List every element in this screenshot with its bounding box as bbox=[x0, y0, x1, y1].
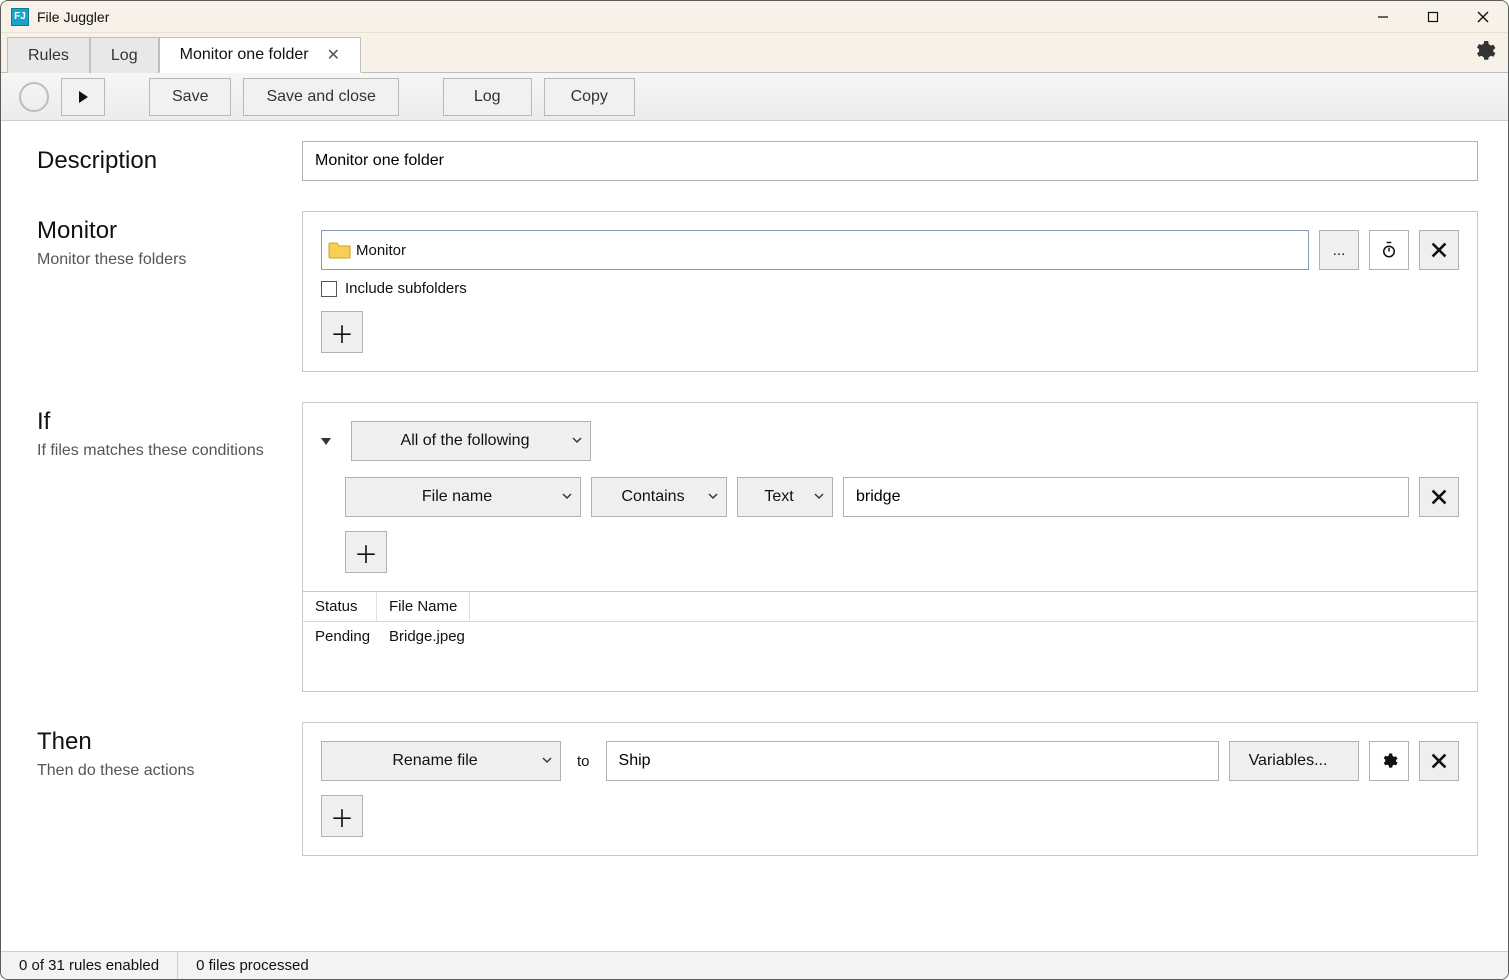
select-value: File name bbox=[422, 488, 492, 506]
condition-operator-select[interactable]: Contains bbox=[591, 477, 727, 517]
app-window: FJ File Juggler Rules Log Monitor one fo… bbox=[0, 0, 1509, 980]
plus-icon: ＋ bbox=[330, 799, 354, 834]
section-then: Then Then do these actions Rename file t… bbox=[37, 722, 1478, 856]
variables-button[interactable]: Variables... bbox=[1229, 741, 1359, 781]
include-subfolders-checkbox[interactable]: Include subfolders bbox=[321, 280, 1459, 297]
play-icon bbox=[76, 90, 90, 104]
settings-button[interactable] bbox=[1472, 39, 1496, 67]
action-select[interactable]: Rename file bbox=[321, 741, 561, 781]
table-row[interactable]: Pending Bridge.jpeg bbox=[303, 622, 1477, 651]
add-condition-button[interactable]: ＋ bbox=[345, 531, 387, 573]
tab-label: Rules bbox=[28, 47, 69, 65]
tab-bar: Rules Log Monitor one folder ✕ bbox=[1, 33, 1508, 73]
action-value-input[interactable] bbox=[606, 741, 1219, 781]
ellipsis-icon: ... bbox=[1333, 242, 1346, 259]
close-icon bbox=[1430, 752, 1448, 770]
tab-rules[interactable]: Rules bbox=[7, 37, 90, 73]
then-heading: Then bbox=[37, 728, 302, 756]
close-icon bbox=[1430, 241, 1448, 259]
chevron-down-icon bbox=[562, 488, 572, 506]
status-rules-enabled: 0 of 31 rules enabled bbox=[1, 952, 178, 980]
chevron-down-icon bbox=[542, 752, 552, 770]
folder-icon bbox=[328, 240, 352, 260]
copy-button[interactable]: Copy bbox=[544, 78, 635, 116]
checkbox-box bbox=[321, 281, 337, 297]
minimize-button[interactable] bbox=[1358, 1, 1408, 33]
condition-group-mode-select[interactable]: All of the following bbox=[351, 421, 591, 461]
app-icon: FJ bbox=[11, 8, 29, 26]
log-button[interactable]: Log bbox=[443, 78, 532, 116]
close-window-button[interactable] bbox=[1458, 1, 1508, 33]
column-status[interactable]: Status bbox=[303, 592, 377, 621]
tab-monitor-one-folder[interactable]: Monitor one folder ✕ bbox=[159, 37, 361, 73]
browse-folder-button[interactable]: ... bbox=[1319, 230, 1359, 270]
column-filename[interactable]: File Name bbox=[377, 592, 470, 621]
section-description: Description bbox=[37, 141, 1478, 181]
section-if: If If files matches these conditions All… bbox=[37, 402, 1478, 692]
gear-icon bbox=[1472, 39, 1496, 63]
tab-label: Monitor one folder bbox=[180, 46, 309, 64]
monitor-folder-input[interactable]: Monitor bbox=[321, 230, 1309, 270]
close-icon bbox=[1430, 488, 1448, 506]
action-settings-button[interactable] bbox=[1369, 741, 1409, 781]
then-subheading: Then do these actions bbox=[37, 762, 302, 780]
add-action-button[interactable]: ＋ bbox=[321, 795, 363, 837]
select-value: Contains bbox=[621, 488, 684, 506]
status-files-processed: 0 files processed bbox=[178, 952, 327, 980]
plus-icon: ＋ bbox=[354, 535, 378, 570]
stopwatch-icon bbox=[1380, 241, 1398, 259]
remove-action-button[interactable] bbox=[1419, 741, 1459, 781]
toolbar: Save Save and close Log Copy bbox=[1, 73, 1508, 121]
condition-value-input[interactable] bbox=[843, 477, 1409, 517]
chevron-down-icon bbox=[572, 432, 582, 450]
cell-status: Pending bbox=[315, 628, 389, 645]
description-input[interactable] bbox=[302, 141, 1478, 181]
cell-filename: Bridge.jpeg bbox=[389, 628, 465, 645]
to-label: to bbox=[571, 753, 596, 770]
monitor-subheading: Monitor these folders bbox=[37, 251, 302, 269]
tab-label: Log bbox=[111, 47, 138, 65]
gear-icon bbox=[1380, 752, 1398, 770]
save-button[interactable]: Save bbox=[149, 78, 231, 116]
schedule-button[interactable] bbox=[1369, 230, 1409, 270]
collapse-toggle-icon[interactable] bbox=[321, 438, 331, 445]
select-value: Rename file bbox=[392, 752, 477, 770]
condition-type-select[interactable]: Text bbox=[737, 477, 833, 517]
chevron-down-icon bbox=[708, 488, 718, 506]
maximize-button[interactable] bbox=[1408, 1, 1458, 33]
status-bar: 0 of 31 rules enabled 0 files processed bbox=[1, 951, 1508, 979]
condition-field-select[interactable]: File name bbox=[345, 477, 581, 517]
monitor-folder-name: Monitor bbox=[356, 242, 406, 259]
description-heading: Description bbox=[37, 147, 302, 175]
section-monitor: Monitor Monitor these folders Monitor ..… bbox=[37, 211, 1478, 372]
variables-label: Variables... bbox=[1249, 752, 1328, 770]
save-and-close-button[interactable]: Save and close bbox=[243, 78, 398, 116]
chevron-down-icon bbox=[814, 488, 824, 506]
if-subheading: If files matches these conditions bbox=[37, 442, 302, 460]
include-subfolders-label: Include subfolders bbox=[345, 280, 467, 297]
title-bar: FJ File Juggler bbox=[1, 1, 1508, 33]
run-button[interactable] bbox=[61, 78, 105, 116]
monitor-heading: Monitor bbox=[37, 217, 302, 245]
content-area: Description Monitor Monitor these folder… bbox=[1, 121, 1508, 951]
matches-table: Status File Name Pending Bridge.jpeg bbox=[302, 592, 1478, 692]
app-title: File Juggler bbox=[37, 9, 109, 25]
tab-close-icon[interactable]: ✕ bbox=[327, 45, 340, 65]
select-value: All of the following bbox=[401, 432, 530, 450]
add-folder-button[interactable]: ＋ bbox=[321, 311, 363, 353]
rule-enabled-toggle[interactable] bbox=[19, 82, 49, 112]
tab-log[interactable]: Log bbox=[90, 37, 159, 73]
remove-condition-button[interactable] bbox=[1419, 477, 1459, 517]
plus-icon: ＋ bbox=[330, 315, 354, 350]
if-heading: If bbox=[37, 408, 302, 436]
select-value: Text bbox=[764, 488, 793, 506]
remove-folder-button[interactable] bbox=[1419, 230, 1459, 270]
